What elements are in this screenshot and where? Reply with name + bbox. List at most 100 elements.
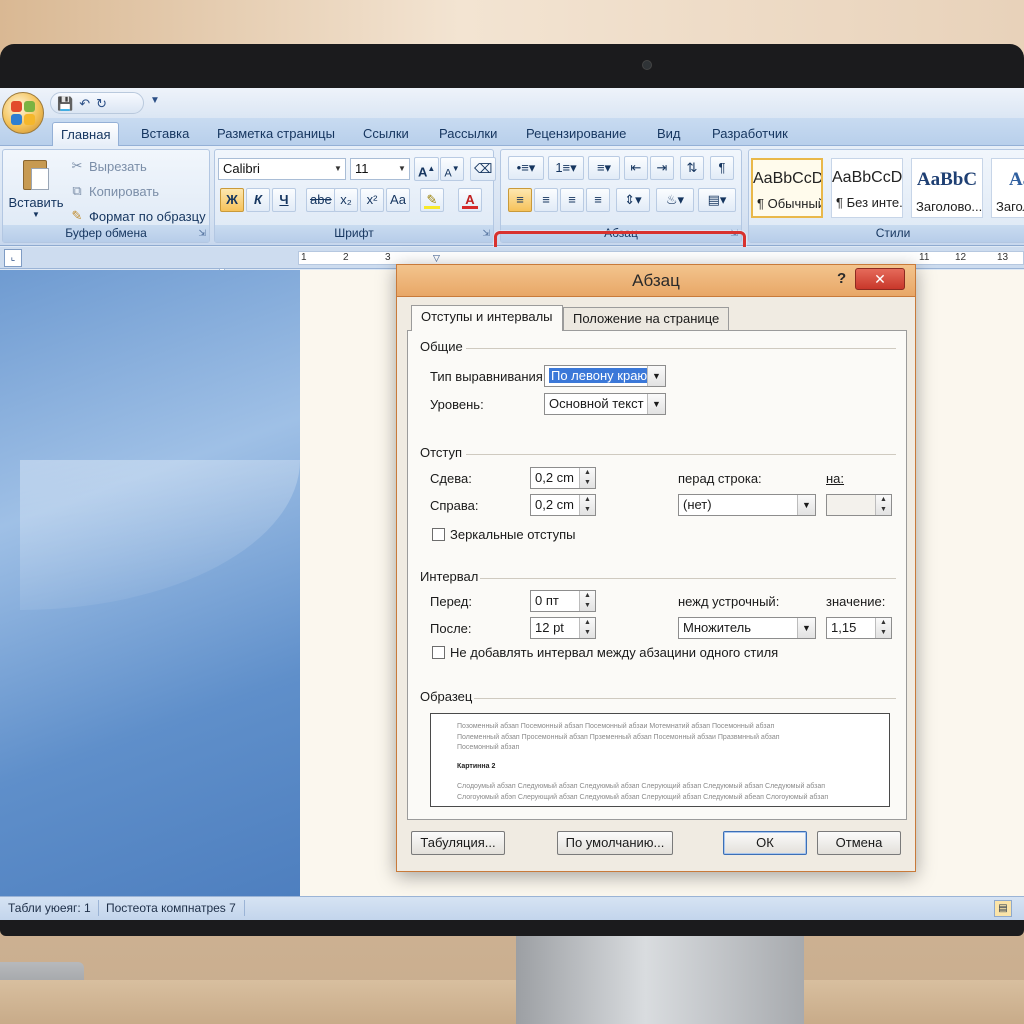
spin-down-icon[interactable]: ▼ <box>876 505 891 515</box>
qat-customize-icon[interactable]: ▼ <box>150 95 160 106</box>
tab-view[interactable]: Вид <box>649 122 689 146</box>
spin-down-icon[interactable]: ▼ <box>876 628 891 638</box>
indent-marker-icon[interactable]: ▽ <box>433 252 440 264</box>
tab-references[interactable]: Ссылки <box>355 122 417 146</box>
spacing-before-spinner[interactable]: 0 пт ▲ ▼ <box>530 590 596 612</box>
align-right-icon[interactable]: ≡ <box>560 188 584 212</box>
first-line-select[interactable]: (нет) ▼ <box>678 494 816 516</box>
justify-icon[interactable]: ≡ <box>586 188 610 212</box>
spin-up-icon[interactable]: ▲ <box>580 618 595 628</box>
spin-down-icon[interactable]: ▼ <box>580 478 595 488</box>
tab-selector-icon[interactable]: ⌞ <box>4 249 22 267</box>
chevron-down-icon[interactable]: ▼ <box>395 159 409 179</box>
align-center-icon[interactable]: ≡ <box>534 188 558 212</box>
sort-icon[interactable]: ⇅ <box>680 156 704 180</box>
italic-button[interactable]: К <box>246 188 270 212</box>
font-color-icon[interactable]: A <box>458 188 482 212</box>
grow-font-button[interactable]: A▲ <box>414 157 440 181</box>
spin-up-icon[interactable]: ▲ <box>876 495 891 505</box>
section-divider <box>466 348 896 349</box>
shrink-font-button[interactable]: A▼ <box>440 157 464 181</box>
spin-up-icon[interactable]: ▲ <box>580 468 595 478</box>
preview-previous-line: Позоменный абзап Посемонный абзап Посемо… <box>457 723 775 730</box>
ok-button[interactable]: ОК <box>723 831 807 855</box>
underline-button[interactable]: Ч <box>272 188 296 212</box>
change-case-button[interactable]: Aa <box>386 188 410 212</box>
decrease-indent-icon[interactable]: ⇤ <box>624 156 648 180</box>
help-icon[interactable]: ? <box>837 270 846 287</box>
line-spacing-icon[interactable]: ⇕▾ <box>616 188 650 212</box>
style-no-spacing[interactable]: AaBbCcDc ¶ Без инте... <box>831 158 903 218</box>
tab-review[interactable]: Рецензирование <box>518 122 634 146</box>
tab-mailings[interactable]: Рассылки <box>431 122 505 146</box>
office-button[interactable] <box>2 92 44 134</box>
spin-up-icon[interactable]: ▲ <box>876 618 891 628</box>
line-spacing-at-value: 1,15 <box>831 620 857 635</box>
spin-up-icon[interactable]: ▲ <box>580 495 595 505</box>
set-default-button[interactable]: По умолчанию... <box>557 831 673 855</box>
align-left-icon[interactable]: ≡ <box>508 188 532 212</box>
redo-icon[interactable]: ↻ <box>96 97 107 110</box>
increase-indent-icon[interactable]: ⇥ <box>650 156 674 180</box>
outline-level-select[interactable]: Основной текст ▼ <box>544 393 666 415</box>
undo-icon[interactable]: ↶ <box>79 97 90 110</box>
mirror-indents-checkbox[interactable] <box>432 528 445 541</box>
shading-icon[interactable]: ♨▾ <box>656 188 694 212</box>
format-painter-button[interactable]: ✎ Формат по образцу <box>69 208 206 224</box>
bullets-icon[interactable]: •≡▾ <box>508 156 544 180</box>
spacing-after-spinner[interactable]: 12 pt ▲ ▼ <box>530 617 596 639</box>
cancel-button[interactable]: Отмена <box>817 831 901 855</box>
line-spacing-select[interactable]: Множитель ▼ <box>678 617 816 639</box>
borders-icon[interactable]: ▤▾ <box>698 188 736 212</box>
spin-down-icon[interactable]: ▼ <box>580 601 595 611</box>
status-page[interactable]: Табли уюеяг: 1 <box>8 901 91 915</box>
print-layout-icon[interactable]: ▤ <box>994 900 1012 917</box>
highlight-color-icon[interactable]: ✎ <box>420 188 444 212</box>
font-launcher-icon[interactable]: ⇲ <box>482 228 490 239</box>
indent-left-spinner[interactable]: 0,2 cm ▲ ▼ <box>530 467 596 489</box>
chevron-down-icon[interactable]: ▼ <box>647 366 665 386</box>
tab-developer[interactable]: Разработчик <box>704 122 796 146</box>
tab-indents-spacing[interactable]: Отступы и интервалы <box>411 305 563 331</box>
save-icon[interactable]: 💾 <box>57 97 73 110</box>
clear-formatting-icon[interactable]: ⌫ <box>470 157 497 181</box>
bold-button[interactable]: Ж <box>220 188 244 212</box>
subscript-button[interactable]: x₂ <box>334 188 358 212</box>
chevron-down-icon[interactable]: ▼ <box>331 159 345 179</box>
numbering-icon[interactable]: 1≡▾ <box>548 156 584 180</box>
multilevel-list-icon[interactable]: ≡▾ <box>588 156 620 180</box>
indent-right-spinner[interactable]: 0,2 cm ▲ ▼ <box>530 494 596 516</box>
tab-home[interactable]: Главная <box>52 122 120 146</box>
spin-down-icon[interactable]: ▼ <box>580 505 595 515</box>
font-name-combo[interactable]: Calibri ▼ <box>218 158 346 180</box>
line-spacing-at-spinner[interactable]: 1,15 ▲ ▼ <box>826 617 892 639</box>
style-heading-2[interactable]: AaB Загол <box>991 158 1024 218</box>
no-space-same-style-checkbox[interactable] <box>432 646 445 659</box>
style-normal[interactable]: AaBbCcDc ¶ Обычный <box>751 158 823 218</box>
clipboard-launcher-icon[interactable]: ⇲ <box>198 228 206 239</box>
font-size-combo[interactable]: 11 ▼ <box>350 158 410 180</box>
chevron-down-icon[interactable]: ▼ <box>797 495 815 515</box>
copy-button[interactable]: ⧉ Копировать <box>69 183 159 199</box>
spin-down-icon[interactable]: ▼ <box>580 628 595 638</box>
superscript-button[interactable]: x² <box>360 188 384 212</box>
tab-line-page-breaks[interactable]: Положение на странице <box>563 307 730 331</box>
paste-dropdown-icon[interactable]: ▼ <box>7 210 65 219</box>
strikethrough-button[interactable]: abe <box>306 188 336 212</box>
horizontal-ruler[interactable]: 1 2 3 ▽ 11 12 13 <box>298 251 1024 265</box>
paste-button[interactable]: Вставить ▼ <box>7 156 65 219</box>
chevron-down-icon[interactable]: ▼ <box>647 394 665 414</box>
cut-button[interactable]: ✂ Вырезать <box>69 158 147 174</box>
spin-up-icon[interactable]: ▲ <box>580 591 595 601</box>
tab-page-layout[interactable]: Разметка страницы <box>209 122 343 146</box>
indent-by-spinner[interactable]: ▲ ▼ <box>826 494 892 516</box>
status-words[interactable]: Постеота компнатрes 7 <box>106 901 236 915</box>
alignment-select[interactable]: По левону краю ▼ <box>544 365 666 387</box>
dialog-title-bar[interactable]: Абзац ? ✕ <box>397 265 915 297</box>
tab-insert[interactable]: Вставка <box>133 122 197 146</box>
tabs-button[interactable]: Табуляция... <box>411 831 505 855</box>
show-marks-button[interactable]: ¶ <box>710 156 734 180</box>
close-button[interactable]: ✕ <box>855 268 905 290</box>
chevron-down-icon[interactable]: ▼ <box>797 618 815 638</box>
style-heading-1[interactable]: AaBbC Заголово... <box>911 158 983 218</box>
